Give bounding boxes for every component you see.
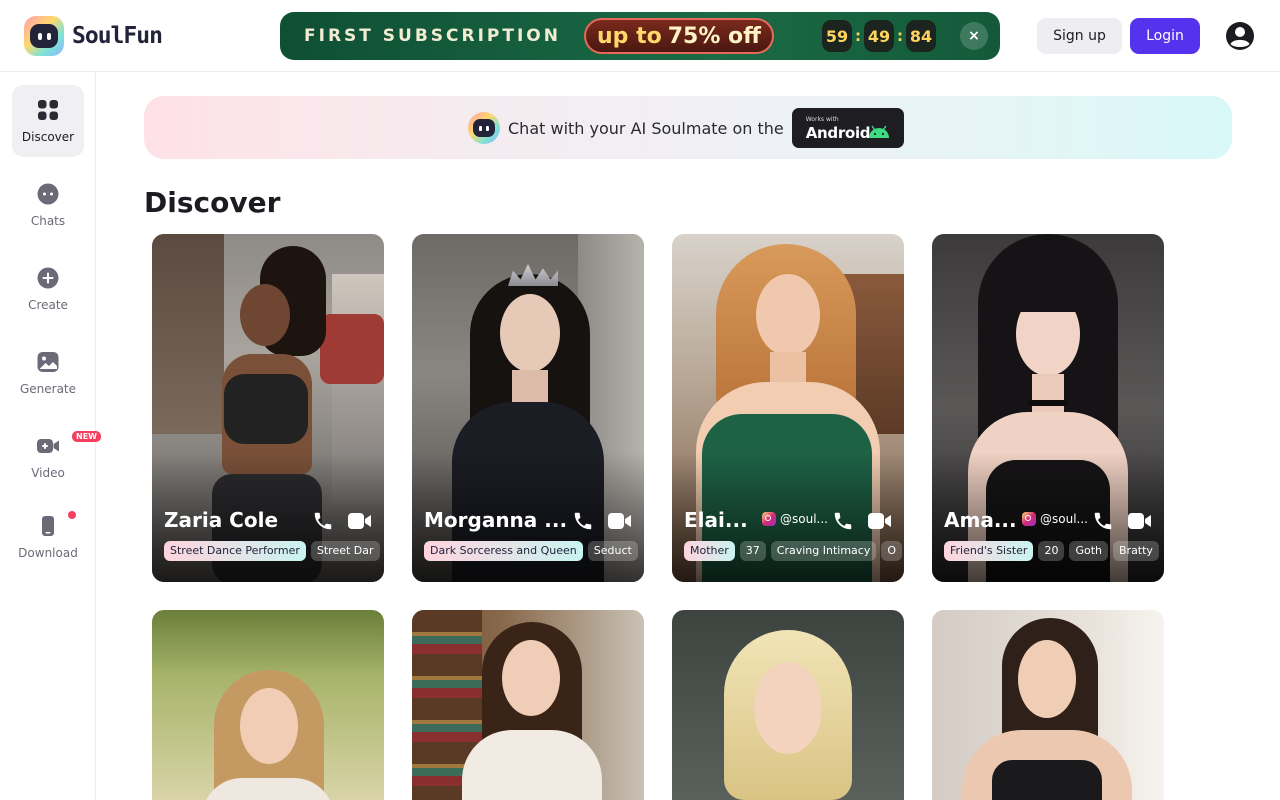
signup-button[interactable]: Sign up xyxy=(1037,18,1122,54)
sidebar-item-label: Download xyxy=(18,546,78,560)
character-name: Morganna ... xyxy=(424,508,568,532)
phone-call-icon[interactable] xyxy=(1092,510,1114,532)
character-tag: Seduct xyxy=(587,541,638,561)
character-tag: Dark Sorceress and Queen xyxy=(424,541,583,561)
image-icon xyxy=(37,352,59,372)
character-card[interactable]: Morganna ... Dark Sorceress and Queen Se… xyxy=(412,234,644,582)
banner-text: Chat with your AI Soulmate on the xyxy=(508,118,784,138)
android-download-badge[interactable]: Works with Android xyxy=(791,108,904,148)
character-tag: 20 xyxy=(1038,541,1065,561)
character-card[interactable] xyxy=(152,610,384,800)
character-card[interactable]: Zaria Cole Street Dance Performer Street… xyxy=(152,234,384,582)
sidebar-item-create[interactable]: Create xyxy=(12,253,84,325)
instagram-handle[interactable]: @soul... xyxy=(1022,512,1088,526)
sidebar-item-download[interactable]: Download xyxy=(12,501,84,573)
character-tag: Street Dance Performer xyxy=(164,541,306,561)
character-card[interactable]: Elai... @soul... Mother 37 Craving Intim… xyxy=(672,234,904,582)
notification-dot xyxy=(68,511,76,519)
video-call-icon[interactable] xyxy=(348,512,372,530)
character-tag: Bratty xyxy=(1113,541,1159,561)
instagram-handle-text: @soul... xyxy=(1040,512,1088,526)
promo-discount-pill: up to 75% off xyxy=(584,18,774,54)
instagram-icon xyxy=(1022,512,1036,526)
sidebar-item-label: Discover xyxy=(21,130,75,144)
instagram-icon xyxy=(762,512,776,526)
phone-call-icon[interactable] xyxy=(572,510,594,532)
promo-up-to: up to xyxy=(597,23,662,49)
subscription-promo-banner[interactable]: FIRST SUBSCRIPTION up to 75% off 59 : 49… xyxy=(280,12,1000,60)
promo-close-icon[interactable]: × xyxy=(960,22,988,50)
video-call-icon[interactable] xyxy=(608,512,632,530)
character-tags: Mother 37 Craving Intimacy O xyxy=(684,541,904,561)
soulfun-app-icon xyxy=(468,112,500,144)
instagram-handle-text: @soul... xyxy=(780,512,828,526)
sidebar-item-generate[interactable]: Generate xyxy=(12,337,84,409)
character-tag: 37 xyxy=(739,541,766,561)
sidebar-item-label: Video xyxy=(31,466,65,480)
sidebar-item-discover[interactable]: Discover xyxy=(12,85,84,157)
promo-discount: 75% off xyxy=(667,23,761,49)
character-tag: Street Dar xyxy=(310,541,380,561)
video-call-icon[interactable] xyxy=(868,512,892,530)
instagram-handle[interactable]: @soul... xyxy=(762,512,828,526)
character-name: Ama... xyxy=(944,508,1017,532)
character-tag: Goth xyxy=(1069,541,1108,561)
chat-bubble-icon xyxy=(37,183,59,205)
countdown-timer: 59 : 49 : 84 xyxy=(822,20,936,52)
character-card[interactable] xyxy=(672,610,904,800)
sidebar-item-label: Chats xyxy=(30,214,66,228)
soulfun-logo[interactable]: SoulFun xyxy=(24,16,163,56)
sidebar-item-video[interactable]: Video NEW xyxy=(12,421,101,493)
phone-call-icon[interactable] xyxy=(832,510,854,532)
character-tag: O xyxy=(881,541,903,561)
character-tag: Craving Intimacy xyxy=(770,541,877,561)
page-title: Discover xyxy=(144,186,281,219)
logo-mark-icon xyxy=(24,16,64,56)
character-tag: Friend's Sister xyxy=(944,541,1034,561)
login-button[interactable]: Login xyxy=(1130,18,1200,54)
phone-call-icon[interactable] xyxy=(312,510,334,532)
grid-icon xyxy=(38,100,58,120)
character-name: Elai... xyxy=(684,508,748,532)
timer-minutes: 59 xyxy=(822,20,852,52)
sidebar-item-label: Create xyxy=(28,298,68,312)
plus-circle-icon xyxy=(37,267,59,289)
android-robot-icon xyxy=(868,125,889,138)
timer-seconds: 49 xyxy=(864,20,894,52)
sidebar-item-chats[interactable]: Chats xyxy=(12,169,84,241)
android-badge-text: Android xyxy=(805,124,871,142)
sidebar-item-label: Generate xyxy=(19,382,77,396)
logo-text: SoulFun xyxy=(72,23,163,49)
android-badge-small-text: Works with xyxy=(805,116,839,123)
character-tags: Street Dance Performer Street Dar xyxy=(164,541,384,561)
banner-content: Chat with your AI Soulmate on the Works … xyxy=(468,108,904,148)
video-call-icon[interactable] xyxy=(1128,512,1152,530)
character-tags: Friend's Sister 20 Goth Bratty xyxy=(944,541,1164,561)
video-camera-icon xyxy=(37,439,59,453)
phone-download-icon xyxy=(42,516,54,536)
character-card[interactable]: Ama... @soul... Friend's Sister 20 Goth … xyxy=(932,234,1164,582)
character-tag: Mother xyxy=(684,541,735,561)
promo-title: FIRST SUBSCRIPTION xyxy=(304,26,561,46)
top-header: SoulFun FIRST SUBSCRIPTION up to 75% off… xyxy=(0,0,1280,72)
new-badge: NEW xyxy=(72,431,101,442)
timer-centiseconds: 84 xyxy=(906,20,936,52)
character-name: Zaria Cole xyxy=(164,508,279,532)
sidebar-nav: Discover Chats Create Generate Video NEW… xyxy=(0,72,101,800)
character-card[interactable] xyxy=(412,610,644,800)
character-tags: Dark Sorceress and Queen Seduct xyxy=(424,541,644,561)
user-avatar-icon[interactable] xyxy=(1224,20,1256,52)
character-card[interactable] xyxy=(932,610,1164,800)
